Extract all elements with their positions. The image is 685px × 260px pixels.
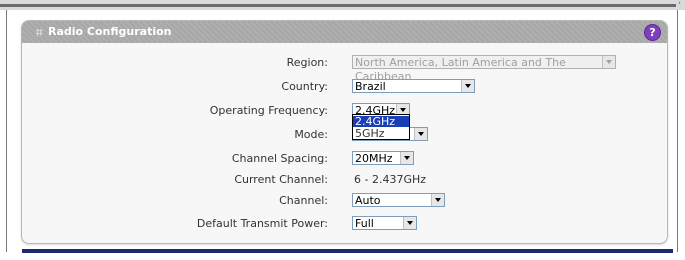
operating-frequency-label: Operating Frequency: [209,104,328,117]
radio-configuration-panel: Radio Configuration ? Region: North Amer… [21,20,668,244]
transmit-power-select[interactable]: Full [352,216,417,230]
tick-mark: ' [678,1,681,11]
frame-right-border [677,10,678,252]
chevron-down-icon[interactable] [461,80,474,92]
chevron-down-icon [602,56,615,68]
frequency-option-2-4ghz[interactable]: 2.4GHz [353,116,409,127]
frequency-option-5ghz[interactable]: 5GHz [353,128,409,139]
chevron-down-icon[interactable] [431,194,444,206]
help-icon[interactable]: ? [644,24,661,41]
frame-left-border [6,10,7,252]
channel-spacing-label: Channel Spacing: [231,152,328,165]
panel-header: Radio Configuration ? [22,21,667,43]
chevron-down-icon[interactable] [400,152,413,164]
channel-select[interactable]: Auto [352,193,445,207]
region-label: Region: [286,56,328,69]
channel-spacing-select[interactable]: 20MHz [352,151,414,165]
panel-title: Radio Configuration [48,25,172,38]
country-select[interactable]: Brazil [352,79,475,93]
channel-spacing-value: 20MHz [355,152,393,165]
window-top-bar: ' [0,0,685,11]
country-value: Brazil [355,80,386,93]
region-select: North America, Latin America and The Car… [352,55,616,83]
top-divider [0,4,676,7]
transmit-power-label: Default Transmit Power: [196,217,328,230]
country-label: Country: [281,80,328,93]
mode-label: Mode: [294,128,328,141]
current-channel-value: 6 - 2.437GHz [354,173,427,186]
grip-icon [36,29,43,36]
operating-frequency-dropdown-list[interactable]: 2.4GHz 5GHz [352,114,410,140]
current-channel-label: Current Channel: [234,173,328,186]
bottom-bar [22,249,673,253]
chevron-down-icon[interactable] [414,128,427,140]
transmit-power-value: Full [355,217,374,230]
chevron-down-icon[interactable] [403,217,416,229]
channel-label: Channel: [279,194,328,207]
channel-value: Auto [355,194,381,207]
